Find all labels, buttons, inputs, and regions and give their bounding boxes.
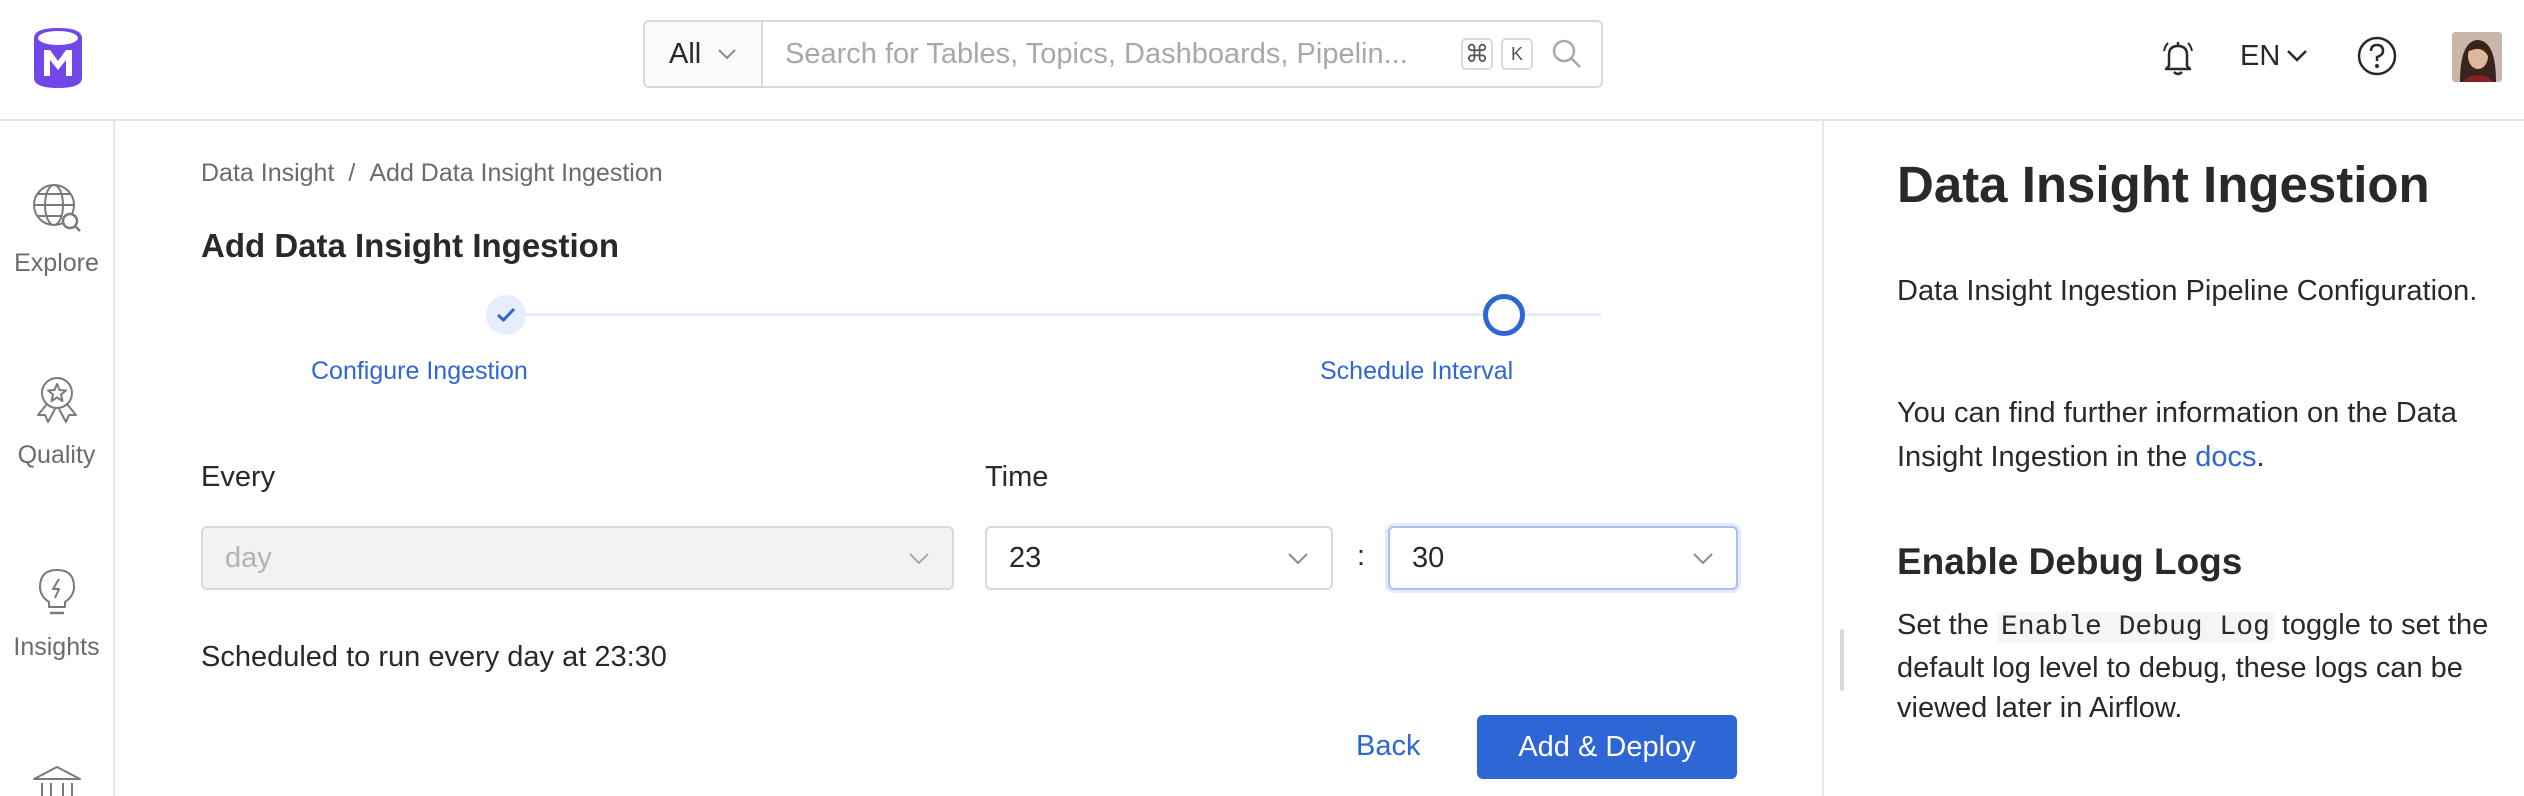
docs-debug-text: Set the Enable Debug Log toggle to set t… [1897, 605, 2497, 728]
chevron-down-icon [2287, 50, 2308, 62]
breadcrumb-current: Add Data Insight Ingestion [369, 159, 663, 187]
top-navbar: All ⌘ K EN [0, 0, 2524, 121]
language-select[interactable]: EN [2240, 34, 2308, 78]
right-docs-panel: Data Insight Ingestion Data Insight Inge… [1822, 121, 2524, 796]
search-icon [1552, 39, 1581, 68]
docs-debug-code: Enable Debug Log [1996, 612, 2274, 643]
avatar-image-icon [2452, 32, 2502, 82]
globe-search-icon [28, 179, 86, 237]
sidebar-item-label: Explore [14, 249, 99, 277]
stepper-connector-line [501, 313, 1601, 316]
docs-title: Data Insight Ingestion [1897, 156, 2430, 213]
minute-select[interactable]: 30 [1388, 526, 1738, 590]
sidebar-item-governance[interactable] [0, 757, 113, 796]
cmd-key-icon: ⌘ [1461, 38, 1493, 70]
sidebar-item-label: Quality [17, 441, 96, 469]
global-search: All ⌘ K [643, 20, 1603, 88]
docs-further-info: You can find further information on the … [1897, 391, 2497, 479]
search-input[interactable] [763, 37, 1451, 71]
notifications-button[interactable] [2156, 36, 2200, 80]
help-button[interactable] [2355, 34, 2399, 78]
openmetadata-logo[interactable] [30, 26, 86, 90]
docs-intro: Data Insight Ingestion Pipeline Configur… [1897, 275, 2478, 307]
minute-select-value: 30 [1412, 541, 1445, 574]
k-key-badge: K [1501, 38, 1533, 70]
award-icon [28, 371, 86, 429]
ingestion-stepper: Configure Ingestion Schedule Interval [201, 291, 1738, 385]
step-schedule-interval-dot [1483, 294, 1525, 336]
add-and-deploy-button[interactable]: Add & Deploy [1477, 715, 1737, 779]
step-configure-ingestion-label: Configure Ingestion [311, 357, 528, 385]
breadcrumb: Data Insight / Add Data Insight Ingestio… [201, 159, 663, 188]
step-schedule-interval-label: Schedule Interval [1320, 357, 1514, 385]
back-button[interactable]: Back [1340, 715, 1436, 777]
language-value: EN [2240, 39, 2281, 72]
search-button[interactable] [1533, 22, 1601, 86]
search-scope-select[interactable]: All [645, 22, 763, 86]
help-circle-icon [2357, 36, 2397, 76]
sidebar-item-quality[interactable]: Quality [0, 371, 113, 470]
check-icon [496, 307, 516, 323]
chevron-down-icon [1288, 552, 1308, 564]
page-title: Add Data Insight Ingestion [201, 227, 619, 264]
every-label: Every [201, 461, 276, 493]
chevron-down-icon [909, 552, 929, 564]
breadcrumb-link-data-insight[interactable]: Data Insight [201, 159, 334, 188]
governance-icon [28, 757, 86, 796]
chevron-down-icon [1693, 552, 1713, 564]
hour-select[interactable]: 23 [985, 526, 1333, 590]
bell-icon [2163, 42, 2193, 76]
left-sidebar: Explore Quality Insights [0, 121, 115, 796]
time-label: Time [985, 461, 1049, 493]
every-select[interactable]: day [201, 526, 954, 590]
hour-select-value: 23 [1009, 541, 1042, 574]
sidebar-item-explore[interactable]: Explore [0, 179, 113, 278]
chevron-down-icon [718, 49, 736, 60]
breadcrumb-separator: / [348, 159, 356, 187]
search-scope-value: All [669, 37, 702, 70]
step-configure-ingestion-dot [486, 295, 526, 335]
every-select-value: day [225, 541, 272, 574]
schedule-summary: Scheduled to run every day at 23:30 [201, 641, 667, 673]
user-avatar[interactable] [2452, 32, 2502, 82]
sidebar-item-insights[interactable]: Insights [0, 563, 113, 662]
time-separator: : [1357, 540, 1366, 572]
docs-link[interactable]: docs [2195, 441, 2256, 473]
docs-debug-heading: Enable Debug Logs [1897, 541, 2243, 582]
lightbulb-icon [28, 563, 86, 621]
docs-further-info-end: . [2256, 441, 2265, 473]
sidebar-item-label: Insights [13, 633, 100, 661]
docs-further-info-text: You can find further information on the … [1897, 397, 2457, 473]
main-content: Data Insight / Add Data Insight Ingestio… [115, 121, 1822, 796]
panel-resize-handle[interactable] [1840, 629, 1844, 691]
docs-debug-text-start: Set the [1897, 609, 1997, 641]
